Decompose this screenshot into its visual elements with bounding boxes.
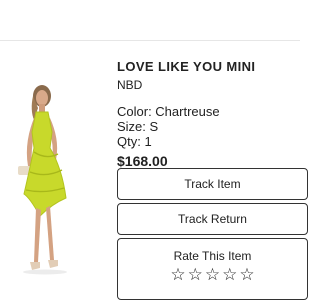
product-info: LOVE LIKE YOU MINI NBD Color: Chartreuse… <box>117 58 300 170</box>
track-return-button[interactable]: Track Return <box>117 203 308 235</box>
rate-item-panel: Rate This Item ☆ ☆ ☆ ☆ ☆ <box>117 238 308 300</box>
product-image[interactable] <box>0 48 112 300</box>
star-4-icon[interactable]: ☆ <box>222 266 237 284</box>
star-rating[interactable]: ☆ ☆ ☆ ☆ ☆ <box>118 266 307 284</box>
star-3-icon[interactable]: ☆ <box>205 266 220 284</box>
product-color: Color: Chartreuse <box>117 104 220 119</box>
star-5-icon[interactable]: ☆ <box>239 266 254 284</box>
header-divider <box>0 40 300 41</box>
product-brand: NBD <box>117 78 143 92</box>
product-qty: Qty: 1 <box>117 134 152 149</box>
dress-shape <box>23 111 67 217</box>
rate-item-label: Rate This Item <box>173 249 252 263</box>
product-title: LOVE LIKE YOU MINI <box>117 59 256 74</box>
product-size: Size: S <box>117 119 159 134</box>
dress-figure <box>23 111 67 217</box>
track-item-button[interactable]: Track Item <box>117 168 308 200</box>
star-2-icon[interactable]: ☆ <box>188 266 203 284</box>
star-1-icon[interactable]: ☆ <box>170 266 185 284</box>
